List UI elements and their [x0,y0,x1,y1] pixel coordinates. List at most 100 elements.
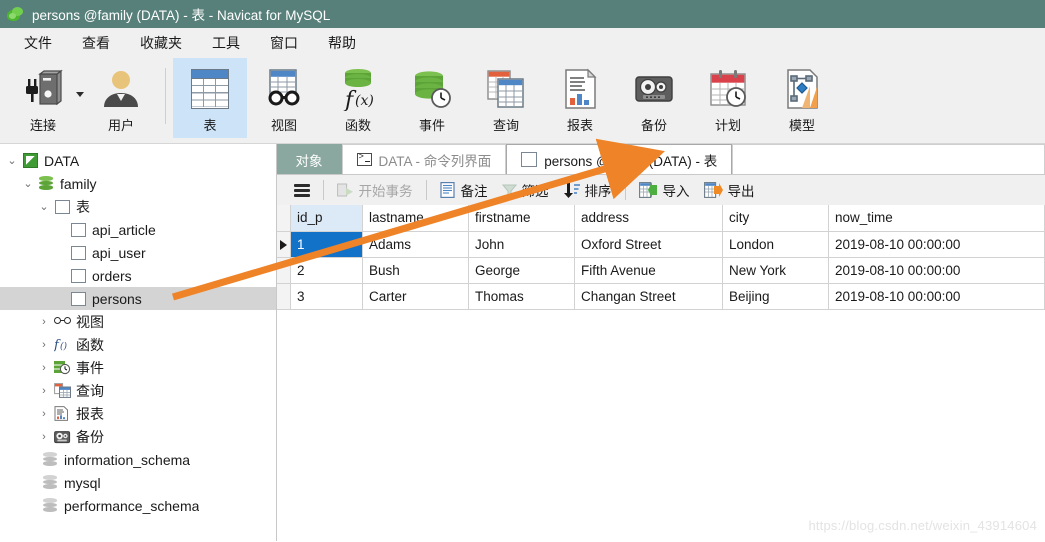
tree-node-queries[interactable]: › 查询 [0,379,276,402]
cell-lastname[interactable]: Bush [362,257,469,284]
tree-node-persons[interactable]: persons [0,287,276,310]
tree-node-events[interactable]: › 事件 [0,356,276,379]
tree-node-backups[interactable]: › 备份 [0,425,276,448]
tree-node-api-article[interactable]: api_article [0,218,276,241]
view-glasses-icon [262,65,306,113]
cell-firstname[interactable]: John [468,231,575,258]
menu-tools[interactable]: 工具 [197,30,255,56]
twisty-collapsed-icon[interactable]: › [36,316,52,328]
table-icon [68,222,88,237]
tree-node-data[interactable]: ⌄ DATA [0,149,276,172]
twisty-expanded-icon[interactable]: ⌄ [20,177,36,190]
tree-label: 视图 [76,313,104,330]
column-header-address[interactable]: address [574,205,723,232]
cell-lastname[interactable]: Adams [362,231,469,258]
column-header-now-time[interactable]: now_time [828,205,1045,232]
tab-objects[interactable]: 对象 [276,144,342,174]
toolbar-separator [322,180,324,200]
row-gutter[interactable] [276,283,291,310]
tree-node-orders[interactable]: orders [0,264,276,287]
twisty-expanded-icon[interactable]: ⌄ [36,200,52,213]
cell-address[interactable]: Oxford Street [574,231,723,258]
toolbar-button-query[interactable]: 查询 [469,58,543,138]
cell-firstname[interactable]: Thomas [468,283,575,310]
begin-transaction-button[interactable]: 开始事务 [330,177,420,203]
twisty-collapsed-icon[interactable]: › [36,431,52,443]
chevron-down-icon[interactable] [76,92,84,97]
grid-menu-button[interactable] [287,177,317,203]
toolbar-separator [624,180,626,200]
tree-node-tables[interactable]: ⌄ 表 [0,195,276,218]
hamburger-menu-icon [293,183,310,197]
export-button[interactable]: 导出 [697,177,762,203]
tree-node-api-user[interactable]: api_user [0,241,276,264]
toolbar-button-function[interactable]: f (x) 函数 [321,58,395,138]
tree-node-family[interactable]: ⌄ family [0,172,276,195]
cell-address[interactable]: Fifth Avenue [574,257,723,284]
filter-label: 筛选 [521,184,549,199]
table-row[interactable]: 3 Carter Thomas Changan Street Beijing 2… [276,283,1045,310]
records-table: id_p lastname firstname address city now… [276,205,1045,310]
cell-now-time[interactable]: 2019-08-10 00:00:00 [828,257,1045,284]
twisty-collapsed-icon[interactable]: › [36,339,52,351]
begin-transaction-icon [336,183,354,198]
cell-id-p[interactable]: 1 [290,231,363,258]
toolbar-button-backup[interactable]: 备份 [617,58,691,138]
database-icon [36,176,56,191]
toolbar-button-event[interactable]: 事件 [395,58,469,138]
data-grid[interactable]: id_p lastname firstname address city now… [276,205,1045,541]
twisty-collapsed-icon[interactable]: › [36,362,52,374]
toolbar-button-view[interactable]: 视图 [247,58,321,138]
cell-lastname[interactable]: Carter [362,283,469,310]
menu-file[interactable]: 文件 [9,30,67,56]
twisty-collapsed-icon[interactable]: › [36,385,52,397]
navigation-pane: ⌄ DATA ⌄ family ⌄ 表 api_article api_user… [0,144,277,541]
tree-node-mysql[interactable]: mysql [0,471,276,494]
toolbar-button-model[interactable]: 模型 [765,58,839,138]
twisty-collapsed-icon[interactable]: › [36,408,52,420]
filter-button[interactable]: 筛选 [495,177,556,203]
column-header-firstname[interactable]: firstname [468,205,575,232]
column-header-id-p[interactable]: id_p [290,205,363,232]
tree-node-views[interactable]: › 视图 [0,310,276,333]
row-gutter[interactable] [276,257,291,284]
tree-node-reports[interactable]: › 报表 [0,402,276,425]
table-icon [68,268,88,283]
menu-window[interactable]: 窗口 [255,30,313,56]
tab-persons-table[interactable]: persons @family (DATA) - 表 [506,144,733,174]
cell-now-time[interactable]: 2019-08-10 00:00:00 [828,283,1045,310]
toolbar-button-table[interactable]: 表 [173,58,247,138]
column-header-city[interactable]: city [722,205,829,232]
sort-button[interactable]: 排序 [556,177,619,203]
begin-transaction-label: 开始事务 [358,184,413,199]
note-button[interactable]: 备注 [433,177,495,203]
column-header-lastname[interactable]: lastname [362,205,469,232]
cell-firstname[interactable]: George [468,257,575,284]
toolbar-connection-group[interactable]: 连接 [6,58,84,138]
menu-favorites[interactable]: 收藏夹 [125,30,197,56]
toolbar-button-connection[interactable]: 连接 [6,58,80,138]
cell-address[interactable]: Changan Street [574,283,723,310]
menu-view[interactable]: 查看 [67,30,125,56]
tree-node-functions[interactable]: › f() 函数 [0,333,276,356]
toolbar-button-schedule[interactable]: 计划 [691,58,765,138]
cell-id-p[interactable]: 3 [290,283,363,310]
import-button[interactable]: 导入 [632,177,697,203]
twisty-expanded-icon[interactable]: ⌄ [4,154,20,167]
toolbar-button-user[interactable]: 用户 [84,58,158,138]
cell-city[interactable]: New York [722,257,829,284]
table-row[interactable]: 2 Bush George Fifth Avenue New York 2019… [276,257,1045,284]
tab-command-console[interactable]: DATA - 命令列界面 [341,144,507,174]
note-label: 备注 [460,184,488,199]
tree-node-information-schema[interactable]: information_schema [0,448,276,471]
toolbar-button-report[interactable]: 报表 [543,58,617,138]
cell-id-p[interactable]: 2 [290,257,363,284]
menu-help[interactable]: 帮助 [313,30,371,56]
view-glasses-icon [52,317,72,326]
tree-node-performance-schema[interactable]: performance_schema [0,494,276,517]
table-row[interactable]: 1 Adams John Oxford Street London 2019-0… [276,231,1045,258]
cell-city[interactable]: London [722,231,829,258]
row-gutter-current[interactable] [276,231,291,258]
cell-city[interactable]: Beijing [722,283,829,310]
cell-now-time[interactable]: 2019-08-10 00:00:00 [828,231,1045,258]
